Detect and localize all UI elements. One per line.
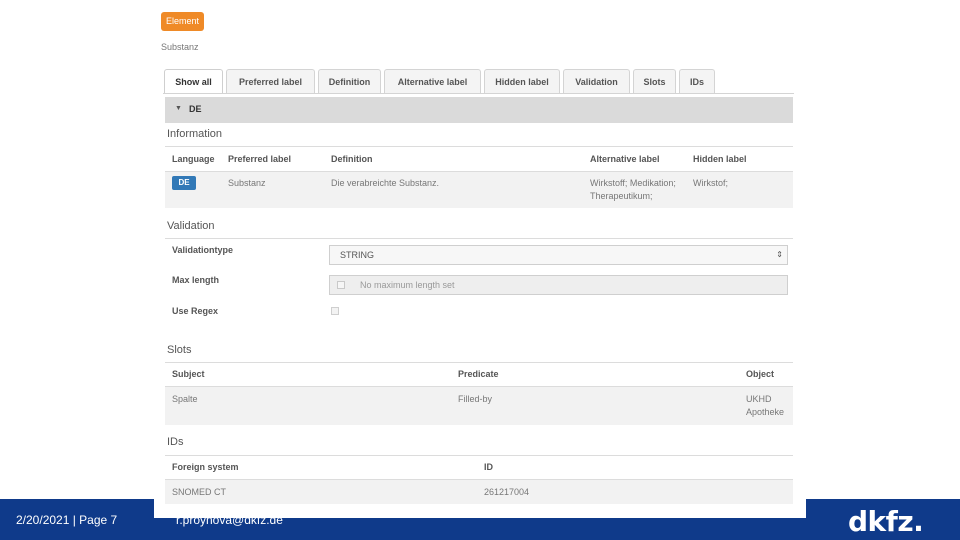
tab-validation[interactable]: Validation bbox=[563, 69, 630, 93]
cell-predicate: Filled-by bbox=[458, 394, 493, 404]
max-length-placeholder: No maximum length set bbox=[360, 280, 455, 290]
caret-down-icon: ▼ bbox=[175, 105, 182, 112]
cell-subject: Spalte bbox=[172, 394, 198, 404]
col-header-alternative-label: Alternative label bbox=[590, 154, 660, 164]
col-header-predicate: Predicate bbox=[458, 369, 499, 379]
de-collapse-header[interactable]: ▼ DE bbox=[165, 97, 793, 123]
max-length-label: Max length bbox=[172, 275, 220, 285]
tab-hidden-label[interactable]: Hidden label bbox=[484, 69, 560, 93]
col-header-preferred-label: Preferred label bbox=[228, 154, 292, 164]
slots-title: Slots bbox=[167, 344, 192, 356]
cell-id: 261217004 bbox=[484, 487, 530, 497]
divider bbox=[165, 146, 793, 147]
cell-object-1: UKHD bbox=[746, 394, 772, 404]
language-pill: DE bbox=[172, 176, 196, 190]
tab-ids[interactable]: IDs bbox=[679, 69, 715, 93]
col-header-foreign-system: Foreign system bbox=[172, 462, 239, 472]
max-length-field[interactable]: No maximum length set bbox=[329, 275, 788, 295]
tab-definition[interactable]: Definition bbox=[318, 69, 381, 93]
element-subtitle: Substanz bbox=[161, 42, 199, 52]
cell-system: SNOMED CT bbox=[172, 487, 226, 497]
divider bbox=[165, 455, 793, 456]
divider bbox=[165, 362, 793, 363]
table-row bbox=[165, 480, 793, 504]
cell-alternative-2: Therapeutikum; bbox=[590, 191, 653, 201]
use-regex-label: Use Regex bbox=[172, 306, 219, 316]
validationtype-value: STRING bbox=[340, 250, 375, 260]
select-arrows-icon: ⇕ bbox=[776, 250, 783, 259]
col-header-id: ID bbox=[484, 462, 493, 472]
footer-date-page: 2/20/2021 | Page 7 bbox=[16, 513, 118, 527]
de-header-title: DE bbox=[189, 104, 202, 114]
col-header-definition: Definition bbox=[331, 154, 373, 164]
col-header-language: Language bbox=[172, 154, 215, 164]
col-header-object: Object bbox=[746, 369, 775, 379]
cell-definition: Die verabreichte Substanz. bbox=[331, 178, 440, 188]
use-regex-checkbox[interactable] bbox=[331, 307, 339, 315]
validationtype-select[interactable]: STRING ⇕ bbox=[329, 245, 788, 265]
validationtype-label: Validationtype bbox=[172, 245, 234, 255]
tab-alternative-label[interactable]: Alternative label bbox=[384, 69, 481, 93]
cell-hidden: Wirkstof; bbox=[693, 178, 728, 188]
cell-preferred: Substanz bbox=[228, 178, 266, 188]
divider bbox=[165, 238, 793, 239]
element-badge: Element bbox=[161, 12, 204, 31]
information-title: Information bbox=[167, 128, 223, 140]
col-header-hidden-label: Hidden label bbox=[693, 154, 747, 164]
tab-divider bbox=[163, 93, 794, 94]
max-length-checkbox[interactable] bbox=[337, 281, 345, 289]
cell-alternative-1: Wirkstoff; Medikation; bbox=[590, 178, 676, 188]
validation-title: Validation bbox=[167, 220, 215, 232]
tab-slots[interactable]: Slots bbox=[633, 69, 676, 93]
slide: 2/20/2021 | Page 7 r.proynova@dkfz.de dk… bbox=[0, 0, 960, 540]
tab-preferred-label[interactable]: Preferred label bbox=[226, 69, 315, 93]
cell-object-2: Apotheke bbox=[746, 407, 785, 417]
col-header-subject: Subject bbox=[172, 369, 205, 379]
dkfz-logo: dkfz. bbox=[848, 505, 924, 538]
tab-show-all[interactable]: Show all bbox=[164, 69, 223, 93]
ids-title: IDs bbox=[167, 436, 184, 448]
